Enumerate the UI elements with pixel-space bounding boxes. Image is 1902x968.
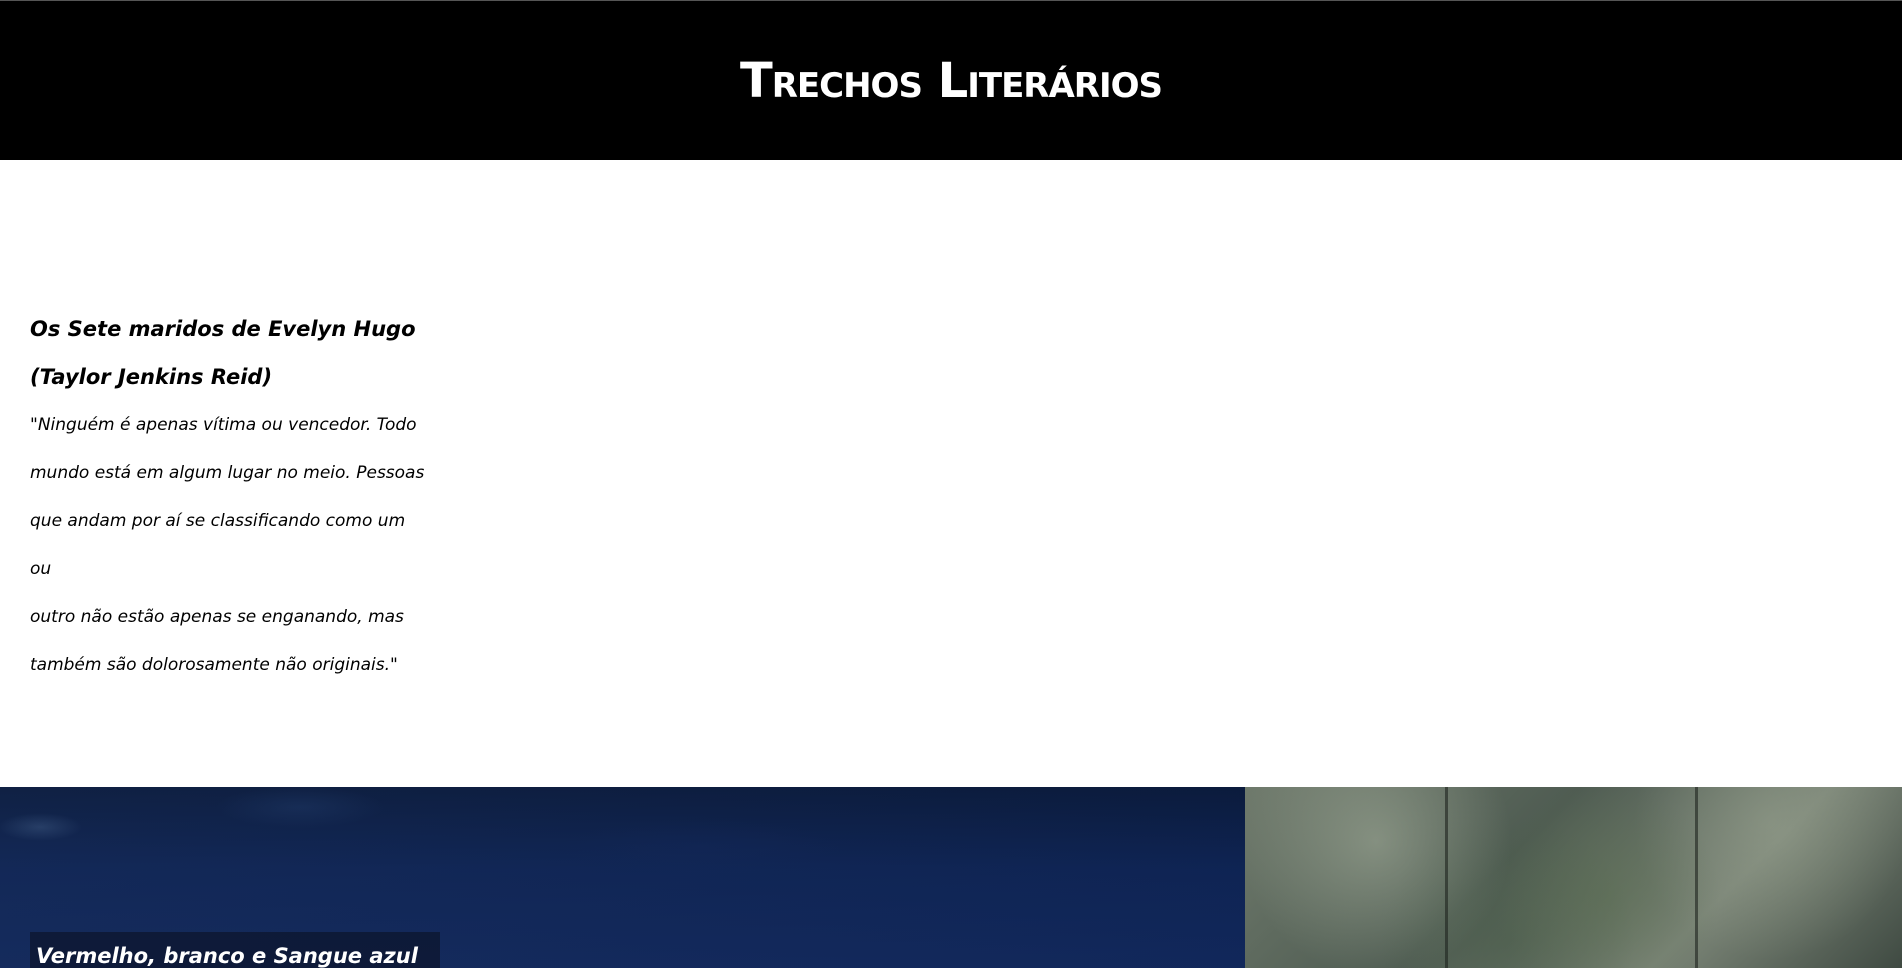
rock-cliff-image <box>1245 787 1902 968</box>
rock-crack <box>1695 787 1698 968</box>
page-title: Trechos Literários <box>739 53 1163 109</box>
excerpt-caption-box: Vermelho, branco e Sangue azul <box>30 932 440 968</box>
quote-line: mundo está em algum lugar no meio. Pesso… <box>30 463 425 483</box>
quote-line: também são dolorosamente não originais." <box>30 655 398 675</box>
book-author: (Taylor Jenkins Reid) <box>30 365 273 389</box>
quote-line: outro não estão apenas se enganando, mas <box>30 607 404 627</box>
excerpt-card: Os Sete maridos de Evelyn Hugo (Taylor J… <box>30 305 430 689</box>
quote-line: "Ninguém é apenas vítima ou vencedor. To… <box>30 415 417 435</box>
quote-line: que andam por aí se classificando como u… <box>30 511 406 579</box>
rock-crack <box>1445 787 1448 968</box>
excerpt-section-background-image: Vermelho, branco e Sangue azul <box>0 787 1902 968</box>
book-title: Vermelho, branco e Sangue azul <box>36 944 418 968</box>
excerpt-section-evelyn-hugo: Os Sete maridos de Evelyn Hugo (Taylor J… <box>0 160 1902 787</box>
site-header: Trechos Literários <box>0 0 1902 160</box>
book-title: Os Sete maridos de Evelyn Hugo <box>30 317 416 341</box>
